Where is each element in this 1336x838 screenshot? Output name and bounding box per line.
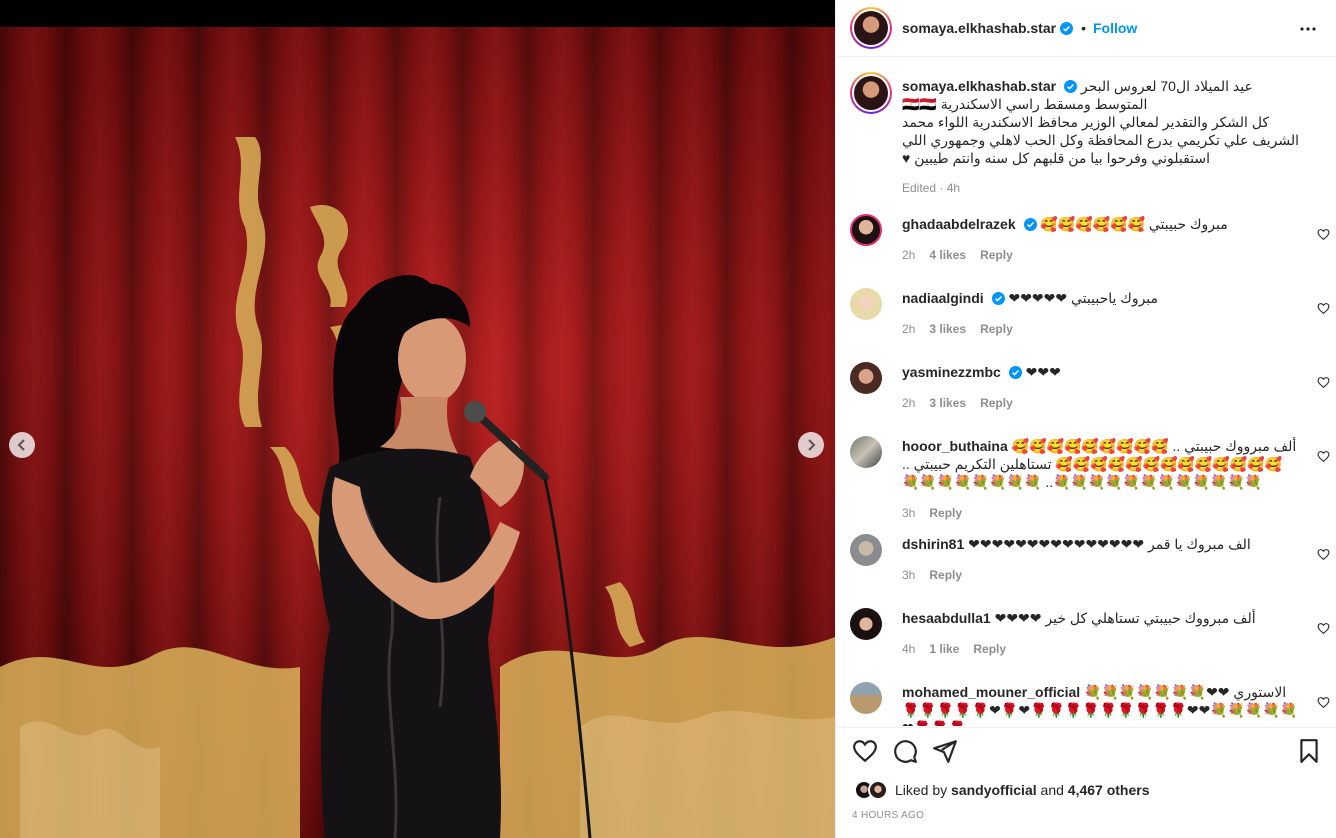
verified-icon (1008, 366, 1022, 379)
next-photo-button[interactable] (798, 432, 824, 458)
verified-icon (1063, 80, 1077, 93)
share-icon[interactable] (932, 738, 958, 764)
liker-avatar (868, 780, 888, 800)
comment-username[interactable]: ghadaabdelrazek (902, 216, 1016, 232)
chevron-right-icon (808, 439, 816, 451)
liked-by-and: and (1040, 782, 1064, 798)
heart-icon[interactable] (1317, 450, 1330, 463)
comment-time: 3h (902, 506, 916, 520)
heart-icon[interactable] (1317, 376, 1330, 389)
reply-button[interactable]: Reply (929, 504, 962, 522)
commenter-avatar[interactable] (850, 362, 882, 394)
comment-username[interactable]: dshirin81 (902, 536, 964, 552)
comment-text: ألف مبرووك حبيبتي تستاهلي كل خير ❤❤❤❤ (994, 610, 1256, 626)
comment-text: مبروك حبيبتي 🥰🥰🥰🥰🥰🥰 (1040, 216, 1228, 232)
singer-figure (318, 275, 592, 838)
commenter-avatar[interactable] (850, 436, 882, 468)
heart-icon[interactable] (1317, 548, 1330, 561)
post-photo (0, 27, 835, 838)
author-username[interactable]: somaya.elkhashab.star (902, 20, 1056, 36)
comment-icon[interactable] (892, 738, 918, 764)
post-actions: Liked by sandyofficial and 4,467 others … (836, 727, 1336, 838)
more-icon[interactable] (1299, 20, 1317, 38)
comment-text: مبروك ياحبيبتي ❤❤❤❤❤ (1008, 290, 1159, 306)
post-details-panel: somaya.elkhashab.star • Follow somaya.el… (835, 0, 1336, 838)
liked-by-summary[interactable]: Liked by sandyofficial and 4,467 others (854, 780, 1150, 800)
comment-username[interactable]: mohamed_mouner_official (902, 684, 1080, 700)
comment-username[interactable]: hesaabdulla1 (902, 610, 991, 626)
comment-username[interactable]: yasminezzmbc (902, 364, 1001, 380)
separator-dot: • (1081, 20, 1086, 36)
commenter-avatar[interactable] (850, 608, 882, 640)
comment-username[interactable]: hooor_buthaina (902, 438, 1008, 454)
heart-icon[interactable] (852, 738, 878, 764)
bookmark-icon[interactable] (1296, 738, 1322, 764)
commenter-avatar[interactable] (850, 288, 882, 320)
post-timestamp: 4 HOURS AGO (852, 810, 925, 821)
follow-button[interactable]: Follow (1093, 20, 1137, 36)
liked-by-prefix: Liked by (895, 782, 948, 798)
comment-likes[interactable]: 4 likes (929, 246, 966, 264)
comment-time: 2h (902, 322, 916, 336)
comment-text: الف مبروك يا قمر ❤❤❤❤❤❤❤❤❤❤❤❤❤❤❤ (968, 536, 1251, 552)
reply-button[interactable]: Reply (980, 320, 1013, 338)
post-header: somaya.elkhashab.star • Follow (836, 0, 1336, 57)
post-media (0, 0, 835, 838)
commenter-avatar[interactable] (850, 534, 882, 566)
verified-icon (1060, 21, 1074, 35)
heart-icon[interactable] (1317, 622, 1330, 635)
liked-by-user[interactable]: sandyofficial (951, 782, 1037, 798)
heart-icon[interactable] (1317, 228, 1330, 241)
comment-time: 2h (902, 396, 916, 410)
reply-button[interactable]: Reply (980, 246, 1013, 264)
comment-likes[interactable]: 3 likes (929, 394, 966, 412)
verified-icon (1023, 218, 1037, 231)
comment-text: ❤❤❤ (1025, 364, 1061, 380)
caption-username[interactable]: somaya.elkhashab.star (902, 78, 1056, 94)
heart-icon[interactable] (1317, 696, 1330, 709)
chevron-left-icon (17, 439, 25, 451)
comment-likes[interactable]: 3 likes (929, 320, 966, 338)
comment-likes[interactable]: 1 like (929, 640, 959, 658)
caption-line-2: كل الشكر والتقدير لمعالي الوزير محافظ ال… (902, 114, 1300, 166)
caption-author-avatar[interactable] (850, 72, 892, 114)
comment-time: 2h (902, 248, 916, 262)
comment-time: 4h (902, 642, 916, 656)
reply-button[interactable]: Reply (980, 394, 1013, 412)
previous-photo-button[interactable] (9, 432, 35, 458)
comment-username[interactable]: nadiaalgindi (902, 290, 984, 306)
reply-button[interactable]: Reply (973, 640, 1006, 658)
caption-meta: Edited · 4h (902, 181, 961, 195)
reply-button[interactable]: Reply (929, 566, 962, 584)
comments-list[interactable]: somaya.elkhashab.star عيد الميلاد ال70 ل… (836, 58, 1336, 726)
author-avatar[interactable] (850, 7, 892, 49)
comment-time: 3h (902, 568, 916, 582)
liked-by-count[interactable]: 4,467 others (1068, 782, 1150, 798)
commenter-avatar[interactable] (850, 682, 882, 714)
verified-icon (991, 292, 1005, 305)
commenter-avatar[interactable] (850, 214, 882, 246)
heart-icon[interactable] (1317, 302, 1330, 315)
